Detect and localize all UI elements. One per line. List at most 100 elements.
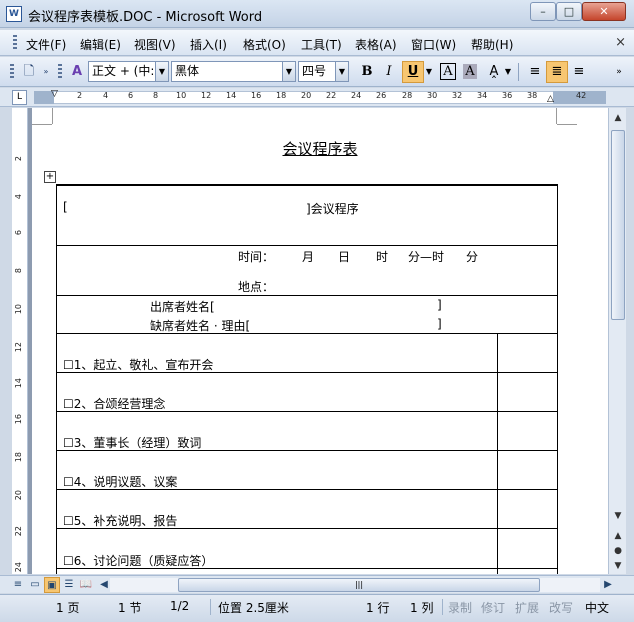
first-line-indent-marker[interactable]: ▽ — [51, 89, 58, 99]
meeting-name-label[interactable]: ]会议程序 — [306, 200, 359, 217]
month-label[interactable]: 月 — [302, 248, 314, 265]
meeting-name-bracket-open[interactable]: [ — [63, 200, 68, 214]
style-dropdown-icon[interactable]: ▼ — [155, 61, 169, 82]
font-select[interactable]: 黑体 — [171, 61, 283, 82]
close-document-icon[interactable]: × — [615, 35, 626, 50]
document-area[interactable]: 会议程序表 + [ ]会议程序 时间： 月 日 时 分—时 分 地点： 出席者姓… — [28, 108, 608, 574]
menu-format[interactable]: 格式(O) — [243, 36, 286, 53]
next-page-icon[interactable]: ▼ — [610, 558, 626, 574]
agenda-item[interactable]: ☐6、讨论问题（质疑应答） — [63, 552, 213, 569]
document-page[interactable]: 会议程序表 + [ ]会议程序 时间： 月 日 时 分—时 分 地点： 出席者姓… — [32, 108, 608, 574]
scroll-down-icon[interactable]: ▼ — [610, 508, 626, 524]
justify-icon[interactable]: ≡ — [524, 61, 546, 83]
absentees-label[interactable]: 缺席者姓名 · 理由[ — [150, 317, 250, 334]
underline-button[interactable]: U — [402, 61, 424, 83]
agenda-item[interactable]: ☐3、董事长（经理）致词 — [63, 434, 201, 451]
absentees-bracket-close[interactable]: ] — [437, 317, 442, 331]
maximize-button[interactable]: □ — [556, 2, 582, 21]
browse-object-icon[interactable]: ● — [610, 543, 626, 559]
vertical-scroll-thumb[interactable] — [611, 130, 625, 320]
agenda-item[interactable]: ☐5、补充说明、报告 — [63, 512, 177, 529]
status-separator — [442, 599, 443, 615]
agenda-item[interactable]: ☐4、说明议题、议案 — [63, 473, 177, 490]
vertical-scrollbar[interactable]: ▲ ▼ ▲ ● ▼ — [608, 108, 626, 574]
toolbar-overflow-icon[interactable]: » — [40, 61, 52, 83]
status-extend[interactable]: 扩展 — [515, 599, 539, 616]
menubar-grip[interactable] — [13, 35, 17, 51]
word-app-icon[interactable]: W — [6, 6, 22, 22]
document-title[interactable]: 会议程序表 — [32, 138, 608, 159]
minute-to-hour-label[interactable]: 分—时 — [408, 248, 444, 265]
menu-tools[interactable]: 工具(T) — [301, 36, 342, 53]
underline-dropdown-icon[interactable]: ▼ — [424, 61, 434, 83]
menu-view[interactable]: 视图(V) — [134, 36, 176, 53]
character-scaling-icon[interactable]: A̭ — [483, 61, 505, 83]
scaling-dropdown-icon[interactable]: ▼ — [503, 61, 513, 83]
right-indent-marker[interactable]: △ — [547, 94, 554, 104]
menu-insert[interactable]: 插入(I) — [190, 36, 227, 53]
ruler-tick: 42 — [576, 91, 587, 100]
menu-help[interactable]: 帮助(H) — [471, 36, 513, 53]
normal-view-icon[interactable]: ≡ — [10, 577, 26, 593]
status-record[interactable]: 录制 — [448, 599, 472, 616]
attendees-bracket-close[interactable]: ] — [437, 298, 442, 312]
align-right-icon[interactable]: ≡ — [568, 61, 590, 83]
ruler-tick: 32 — [452, 91, 463, 100]
crop-mark — [557, 124, 577, 125]
menu-file[interactable]: 文件(F) — [26, 36, 66, 53]
scroll-right-icon[interactable]: ▶ — [600, 577, 616, 593]
character-border-button[interactable]: A — [437, 61, 459, 83]
horizontal-ruler: L ▽ △ 2 4 6 8 10 12 14 16 18 20 22 24 26… — [0, 88, 634, 107]
menu-bar: 文件(F) 编辑(E) 视图(V) 插入(I) 格式(O) 工具(T) 表格(A… — [0, 30, 634, 56]
character-shading-button[interactable]: A — [459, 61, 481, 83]
horizontal-scroll-thumb[interactable]: ||| — [178, 578, 540, 592]
agenda-item[interactable]: ☐2、合颂经营理念 — [63, 395, 165, 412]
font-dropdown-icon[interactable]: ▼ — [282, 61, 296, 82]
web-layout-icon[interactable]: ▭ — [27, 577, 43, 593]
time-label[interactable]: 时间： — [238, 248, 274, 265]
font-size-dropdown-icon[interactable]: ▼ — [335, 61, 349, 82]
place-label[interactable]: 地点： — [238, 278, 274, 295]
ruler-tick: 34 — [477, 91, 488, 100]
style-select[interactable]: 正文 + (中: — [88, 61, 156, 82]
toolbar-grip[interactable] — [10, 64, 14, 80]
print-layout-icon[interactable]: ▣ — [44, 577, 60, 593]
ruler-tick: 28 — [402, 91, 413, 100]
window-title: 会议程序表模板.DOC - Microsoft Word — [28, 10, 263, 25]
tab-selector-icon[interactable]: L — [12, 90, 27, 105]
menu-edit[interactable]: 编辑(E) — [80, 36, 121, 53]
toolbar-options-icon[interactable]: » — [612, 61, 626, 83]
vruler-tick: 12 — [14, 342, 23, 353]
status-overtype[interactable]: 改写 — [549, 599, 573, 616]
close-button[interactable]: ✕ — [582, 2, 626, 21]
table-border-right — [557, 184, 558, 574]
hour-label[interactable]: 时 — [376, 248, 388, 265]
table-column-line — [497, 333, 498, 574]
day-label[interactable]: 日 — [338, 248, 350, 265]
attendees-label[interactable]: 出席者姓名[ — [150, 298, 215, 315]
menu-table[interactable]: 表格(A) — [355, 36, 397, 53]
menu-window[interactable]: 窗口(W) — [411, 36, 456, 53]
reading-layout-icon[interactable]: 📖 — [78, 577, 94, 593]
ruler-tick: 30 — [427, 91, 438, 100]
italic-button[interactable]: I — [378, 61, 400, 83]
minute-label[interactable]: 分 — [466, 248, 478, 265]
bold-button[interactable]: B — [356, 61, 378, 83]
new-document-icon[interactable]: 🗋 — [18, 61, 40, 83]
styles-pane-icon[interactable]: A — [66, 61, 88, 83]
outline-view-icon[interactable]: ☰ — [61, 577, 77, 593]
table-move-handle-icon[interactable]: + — [44, 171, 56, 183]
previous-page-icon[interactable]: ▲ — [610, 528, 626, 544]
status-track-changes[interactable]: 修订 — [481, 599, 505, 616]
ruler-strip[interactable] — [34, 91, 606, 104]
font-size-select[interactable]: 四号 — [298, 61, 336, 82]
agenda-item[interactable]: ☐1、起立、敬礼、宣布开会 — [63, 356, 213, 373]
scroll-up-icon[interactable]: ▲ — [610, 110, 626, 126]
status-section: 1 节 — [118, 601, 142, 615]
status-bar: 1 页 1 节 1/2 位置 2.5厘米 1 行 1 列 录制 修订 扩展 改写… — [0, 594, 634, 622]
ruler-tick: 2 — [77, 91, 83, 100]
minimize-button[interactable]: – — [530, 2, 556, 21]
align-center-icon[interactable]: ≣ — [546, 61, 568, 83]
vertical-ruler[interactable]: 2 4 6 8 10 12 14 16 18 20 22 24 — [12, 108, 28, 574]
toolbar-grip-2[interactable] — [58, 64, 62, 80]
